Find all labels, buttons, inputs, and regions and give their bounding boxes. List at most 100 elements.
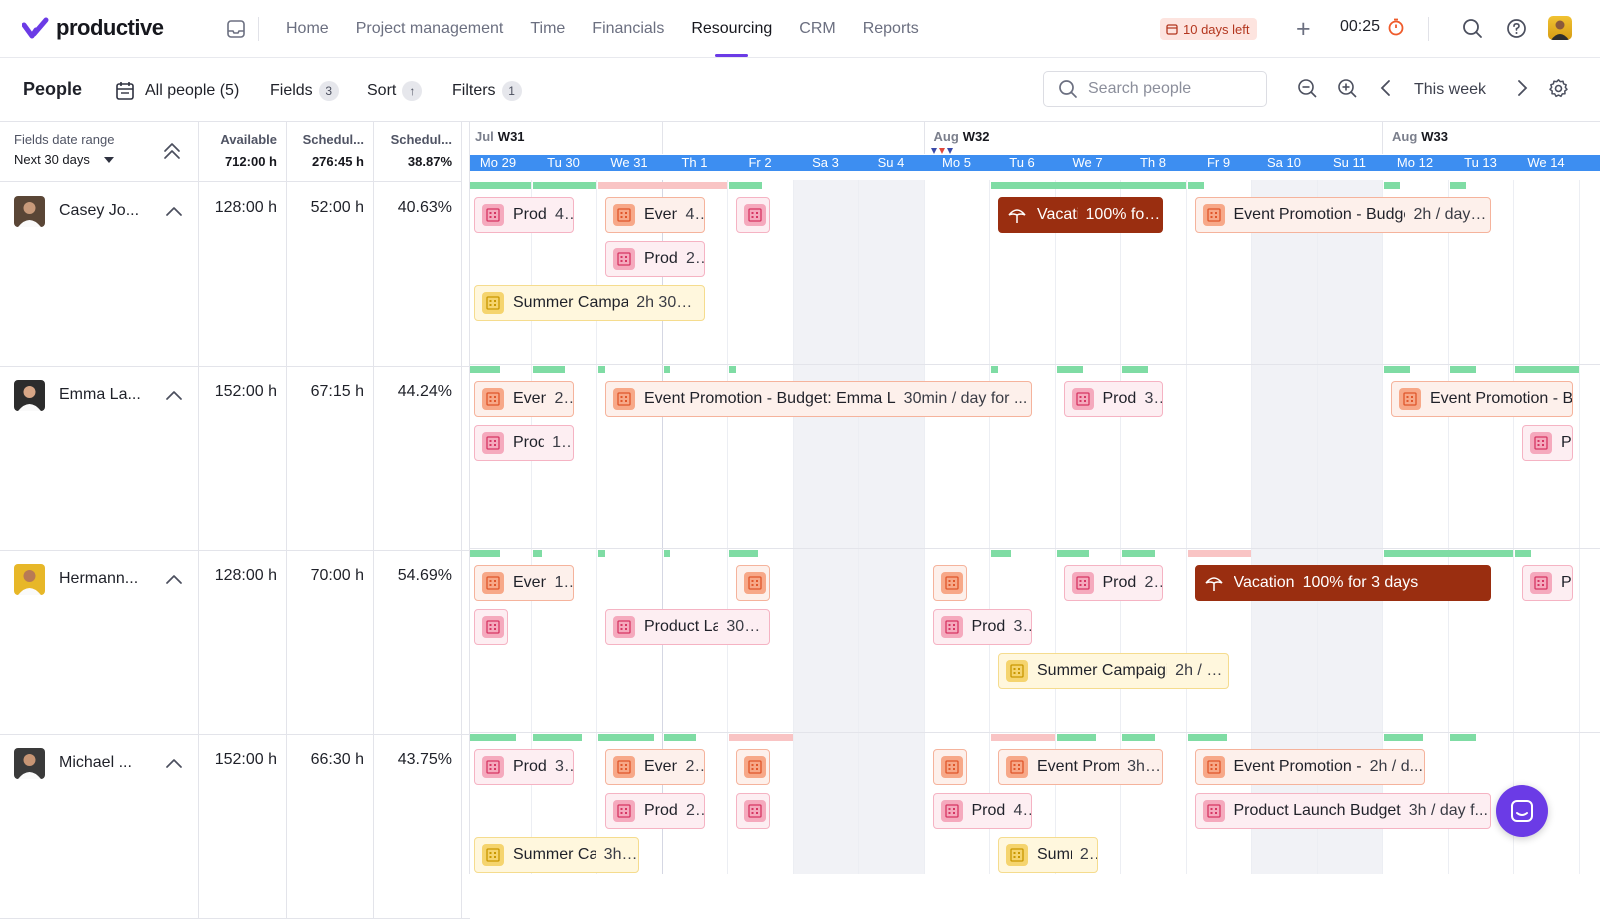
search-input[interactable] [1088,80,1248,98]
booking-bar[interactable]: Produ 3... [932,609,1033,645]
collapse-all-icon[interactable] [163,141,181,161]
add-icon[interactable]: + [1296,17,1311,42]
booking-bar[interactable]: Event 2... [605,749,705,785]
booking-bar[interactable]: Produ 3... [474,749,574,785]
booking-title: Event [644,758,677,775]
booking-bar[interactable]: P [1522,565,1573,601]
booking-bar[interactable]: Event Prom 3h ... [998,749,1164,785]
booking-detail: 4... [685,206,704,223]
booking-bar[interactable]: Produ 3... [1063,381,1164,417]
person-name[interactable]: Emma La... [59,386,147,404]
booking-detail: 1... [554,574,573,591]
project-icon [744,800,766,822]
booking-title: Event Prom [1037,758,1120,775]
chevron-up-icon[interactable] [166,574,182,584]
productive-logo[interactable]: productive [22,15,164,41]
booking-bar[interactable]: I [932,749,967,785]
project-icon [613,800,635,822]
date-range-dropdown[interactable]: Next 30 days [14,152,114,167]
nav-resourcing[interactable]: Resourcing [691,0,772,58]
chevron-up-icon[interactable] [166,390,182,400]
booking-bar[interactable]: I [474,609,509,645]
booking-bar[interactable]: Event 4... [605,197,705,233]
nav-home[interactable]: Home [286,0,329,58]
trial-text: 10 days left [1183,21,1250,37]
booking-bar[interactable]: I [932,565,967,601]
booking-bar[interactable]: I [736,565,771,601]
project-icon [613,388,635,410]
booking-bar[interactable]: Prod 1... [474,425,574,461]
next-week-icon[interactable] [1512,78,1532,103]
person-row[interactable]: Emma La... 152:00 h 67:15 h 44.24% [0,364,470,551]
booking-bar[interactable]: Produ 2... [605,793,705,829]
trial-badge[interactable]: 10 days left [1160,18,1257,40]
search-people[interactable] [1043,71,1267,107]
previous-week-icon[interactable] [1376,78,1396,103]
person-avatar[interactable] [14,380,45,411]
user-avatar[interactable] [1548,16,1572,40]
booking-bar[interactable]: Summer Campaigi 2h / d... [998,653,1229,689]
booking-bar[interactable]: Summ 2... [998,837,1098,873]
chat-support-button[interactable] [1496,785,1548,837]
capacity-indicator [1384,734,1424,741]
nav-project-management[interactable]: Project management [356,0,504,58]
person-name[interactable]: Hermann... [59,570,147,588]
chevron-up-icon[interactable] [166,758,182,768]
booking-bar[interactable]: Product Launch Budget 3h / day f... [1194,793,1491,829]
person-avatar[interactable] [14,564,45,595]
booking-bar[interactable]: Summer Ca 3h ... [474,837,640,873]
booking-bar[interactable]: I [736,197,771,233]
booking-bar[interactable]: Produ 4... [932,793,1033,829]
day-label: Su 4 [877,155,905,170]
booking-bar[interactable]: Event Promotion - 2h / d... [1194,749,1426,785]
booking-bar[interactable]: P [1522,425,1573,461]
person-name[interactable]: Michael ... [59,754,147,772]
booking-bar[interactable]: Product La 30m... [605,609,771,645]
all-people-selector[interactable]: All people (5) [115,81,239,101]
booking-bar[interactable]: Event Promotion - Budget: Emma L 30min / … [605,381,1033,417]
this-week-button[interactable]: This week [1414,81,1486,99]
person-row[interactable]: Hermann... 128:00 h 70:00 h 54.69% [0,548,470,735]
zoom-out-icon[interactable] [1297,78,1318,104]
person-name[interactable]: Casey Jo... [59,202,147,220]
filters-button[interactable]: Filters 1 [452,81,522,101]
timer[interactable]: 00:25 [1340,18,1405,36]
vacation-booking[interactable]: Vacati 100% for ... [998,197,1164,233]
person-row[interactable]: Michael ... 152:00 h 66:30 h 43.75% [0,732,470,919]
fields-date-range[interactable]: Fields date range Next 30 days [0,122,199,182]
booking-bar[interactable]: Produ 2... [1063,565,1164,601]
booking-bar[interactable]: Summer Campai 2h 30mi... [474,285,705,321]
fields-button[interactable]: Fields 3 [270,81,339,101]
booking-bar[interactable]: I [736,793,771,829]
capacity-indicator [1515,366,1579,373]
booking-bar[interactable]: Produ 4... [474,197,574,233]
booking-bar[interactable]: Event Promotion - B [1391,381,1573,417]
project-icon [744,572,766,594]
nav-financials[interactable]: Financials [592,0,664,58]
search-icon[interactable] [1462,18,1483,44]
inbox-icon[interactable] [226,19,246,44]
nav-crm[interactable]: CRM [799,0,835,58]
nav-time[interactable]: Time [530,0,565,58]
available-column-header[interactable]: Available 712:00 h [199,122,287,182]
sort-button[interactable]: Sort ↑ [367,81,423,101]
booking-bar[interactable]: Event 2... [474,381,574,417]
booking-bar[interactable]: Event 1... [474,565,574,601]
booking-bar[interactable]: Event Promotion - Budge 2h / day f... [1194,197,1491,233]
settings-gear-icon[interactable] [1548,78,1569,104]
zoom-in-icon[interactable] [1337,78,1358,104]
chevron-up-icon[interactable] [166,206,182,216]
person-avatar[interactable] [14,196,45,227]
help-icon[interactable] [1506,18,1527,44]
scheduled-percent-column-header[interactable]: Schedul... 38.87% [374,122,462,182]
nav-reports[interactable]: Reports [863,0,919,58]
booking-title: Produ [971,802,1006,819]
person-avatar[interactable] [14,748,45,779]
booking-bar[interactable]: I [736,749,771,785]
person-row[interactable]: Casey Jo... 128:00 h 52:00 h 40.63% [0,180,470,367]
scheduled-hours-column-header[interactable]: Schedul... 276:45 h [287,122,374,182]
booking-bar[interactable]: Produ 2... [605,241,705,277]
project-icon [1006,756,1028,778]
vacation-booking[interactable]: Vacation 100% for 3 days [1194,565,1491,601]
capacity-indicator [1449,182,1466,189]
